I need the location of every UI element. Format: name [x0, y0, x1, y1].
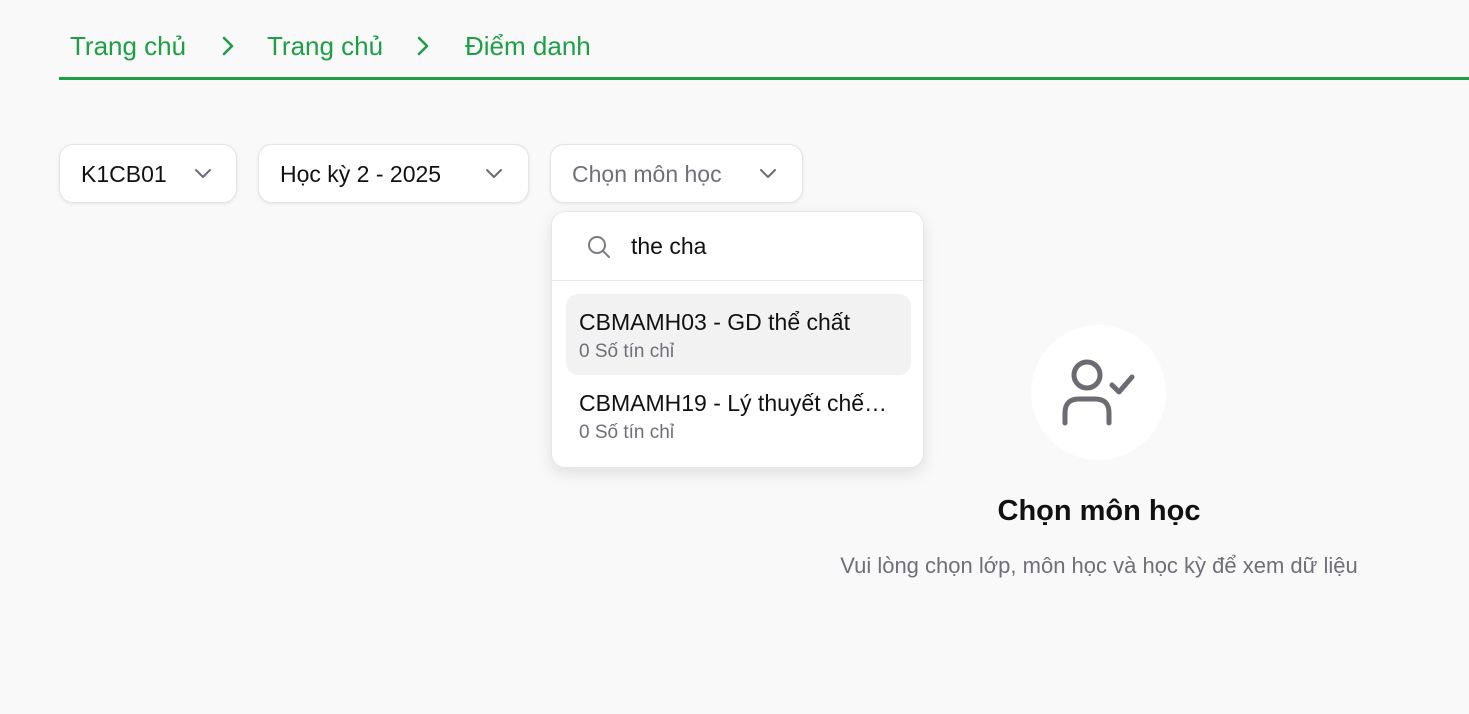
user-check-icon	[1062, 359, 1135, 426]
subject-select[interactable]: Chọn môn học	[550, 144, 803, 203]
semester-select-value: Học kỳ 2 - 2025	[280, 161, 442, 187]
subject-option-title: CBMAMH03 - GD thể chất	[579, 309, 850, 335]
attendance-page: Trang chủ Trang chủ Điểm danh K1CB01 Học…	[0, 0, 1469, 714]
subject-option[interactable]: CBMAMH19 - Lý thuyết chế… 0 Số tín chỉ	[566, 375, 911, 456]
chevron-down-icon	[486, 169, 502, 178]
chevron-down-icon	[195, 169, 211, 178]
class-select-value: K1CB01	[81, 161, 167, 187]
breadcrumb-item-home[interactable]: Trang chủ	[70, 30, 186, 62]
chevron-right-icon	[222, 36, 234, 56]
subject-option-credits: 0 Số tín chỉ	[579, 341, 675, 362]
breadcrumb-item-attendance[interactable]: Điểm danh	[465, 30, 591, 62]
empty-state-icon-circle	[1031, 325, 1166, 460]
chevron-right-icon	[417, 36, 429, 56]
subject-search-input[interactable]	[631, 229, 901, 263]
empty-state-title: Chọn môn học	[997, 495, 1201, 527]
breadcrumb-item-home-2[interactable]: Trang chủ	[267, 30, 383, 62]
class-select[interactable]: K1CB01	[59, 144, 237, 203]
subject-select-placeholder: Chọn môn học	[572, 161, 722, 187]
search-icon	[588, 236, 610, 258]
subject-option[interactable]: CBMAMH03 - GD thể chất 0 Số tín chỉ	[566, 294, 911, 375]
subject-search-row	[552, 212, 923, 281]
empty-state-description: Vui lòng chọn lớp, môn học và học kỳ để …	[840, 553, 1358, 578]
subject-option-credits: 0 Số tín chỉ	[579, 422, 675, 443]
subject-dropdown: CBMAMH03 - GD thể chất 0 Số tín chỉ CBMA…	[551, 211, 924, 468]
semester-select[interactable]: Học kỳ 2 - 2025	[258, 144, 529, 203]
subject-option-title: CBMAMH19 - Lý thuyết chế…	[579, 390, 888, 416]
breadcrumb: Trang chủ Trang chủ Điểm danh	[59, 0, 1469, 80]
chevron-down-icon	[760, 169, 776, 178]
